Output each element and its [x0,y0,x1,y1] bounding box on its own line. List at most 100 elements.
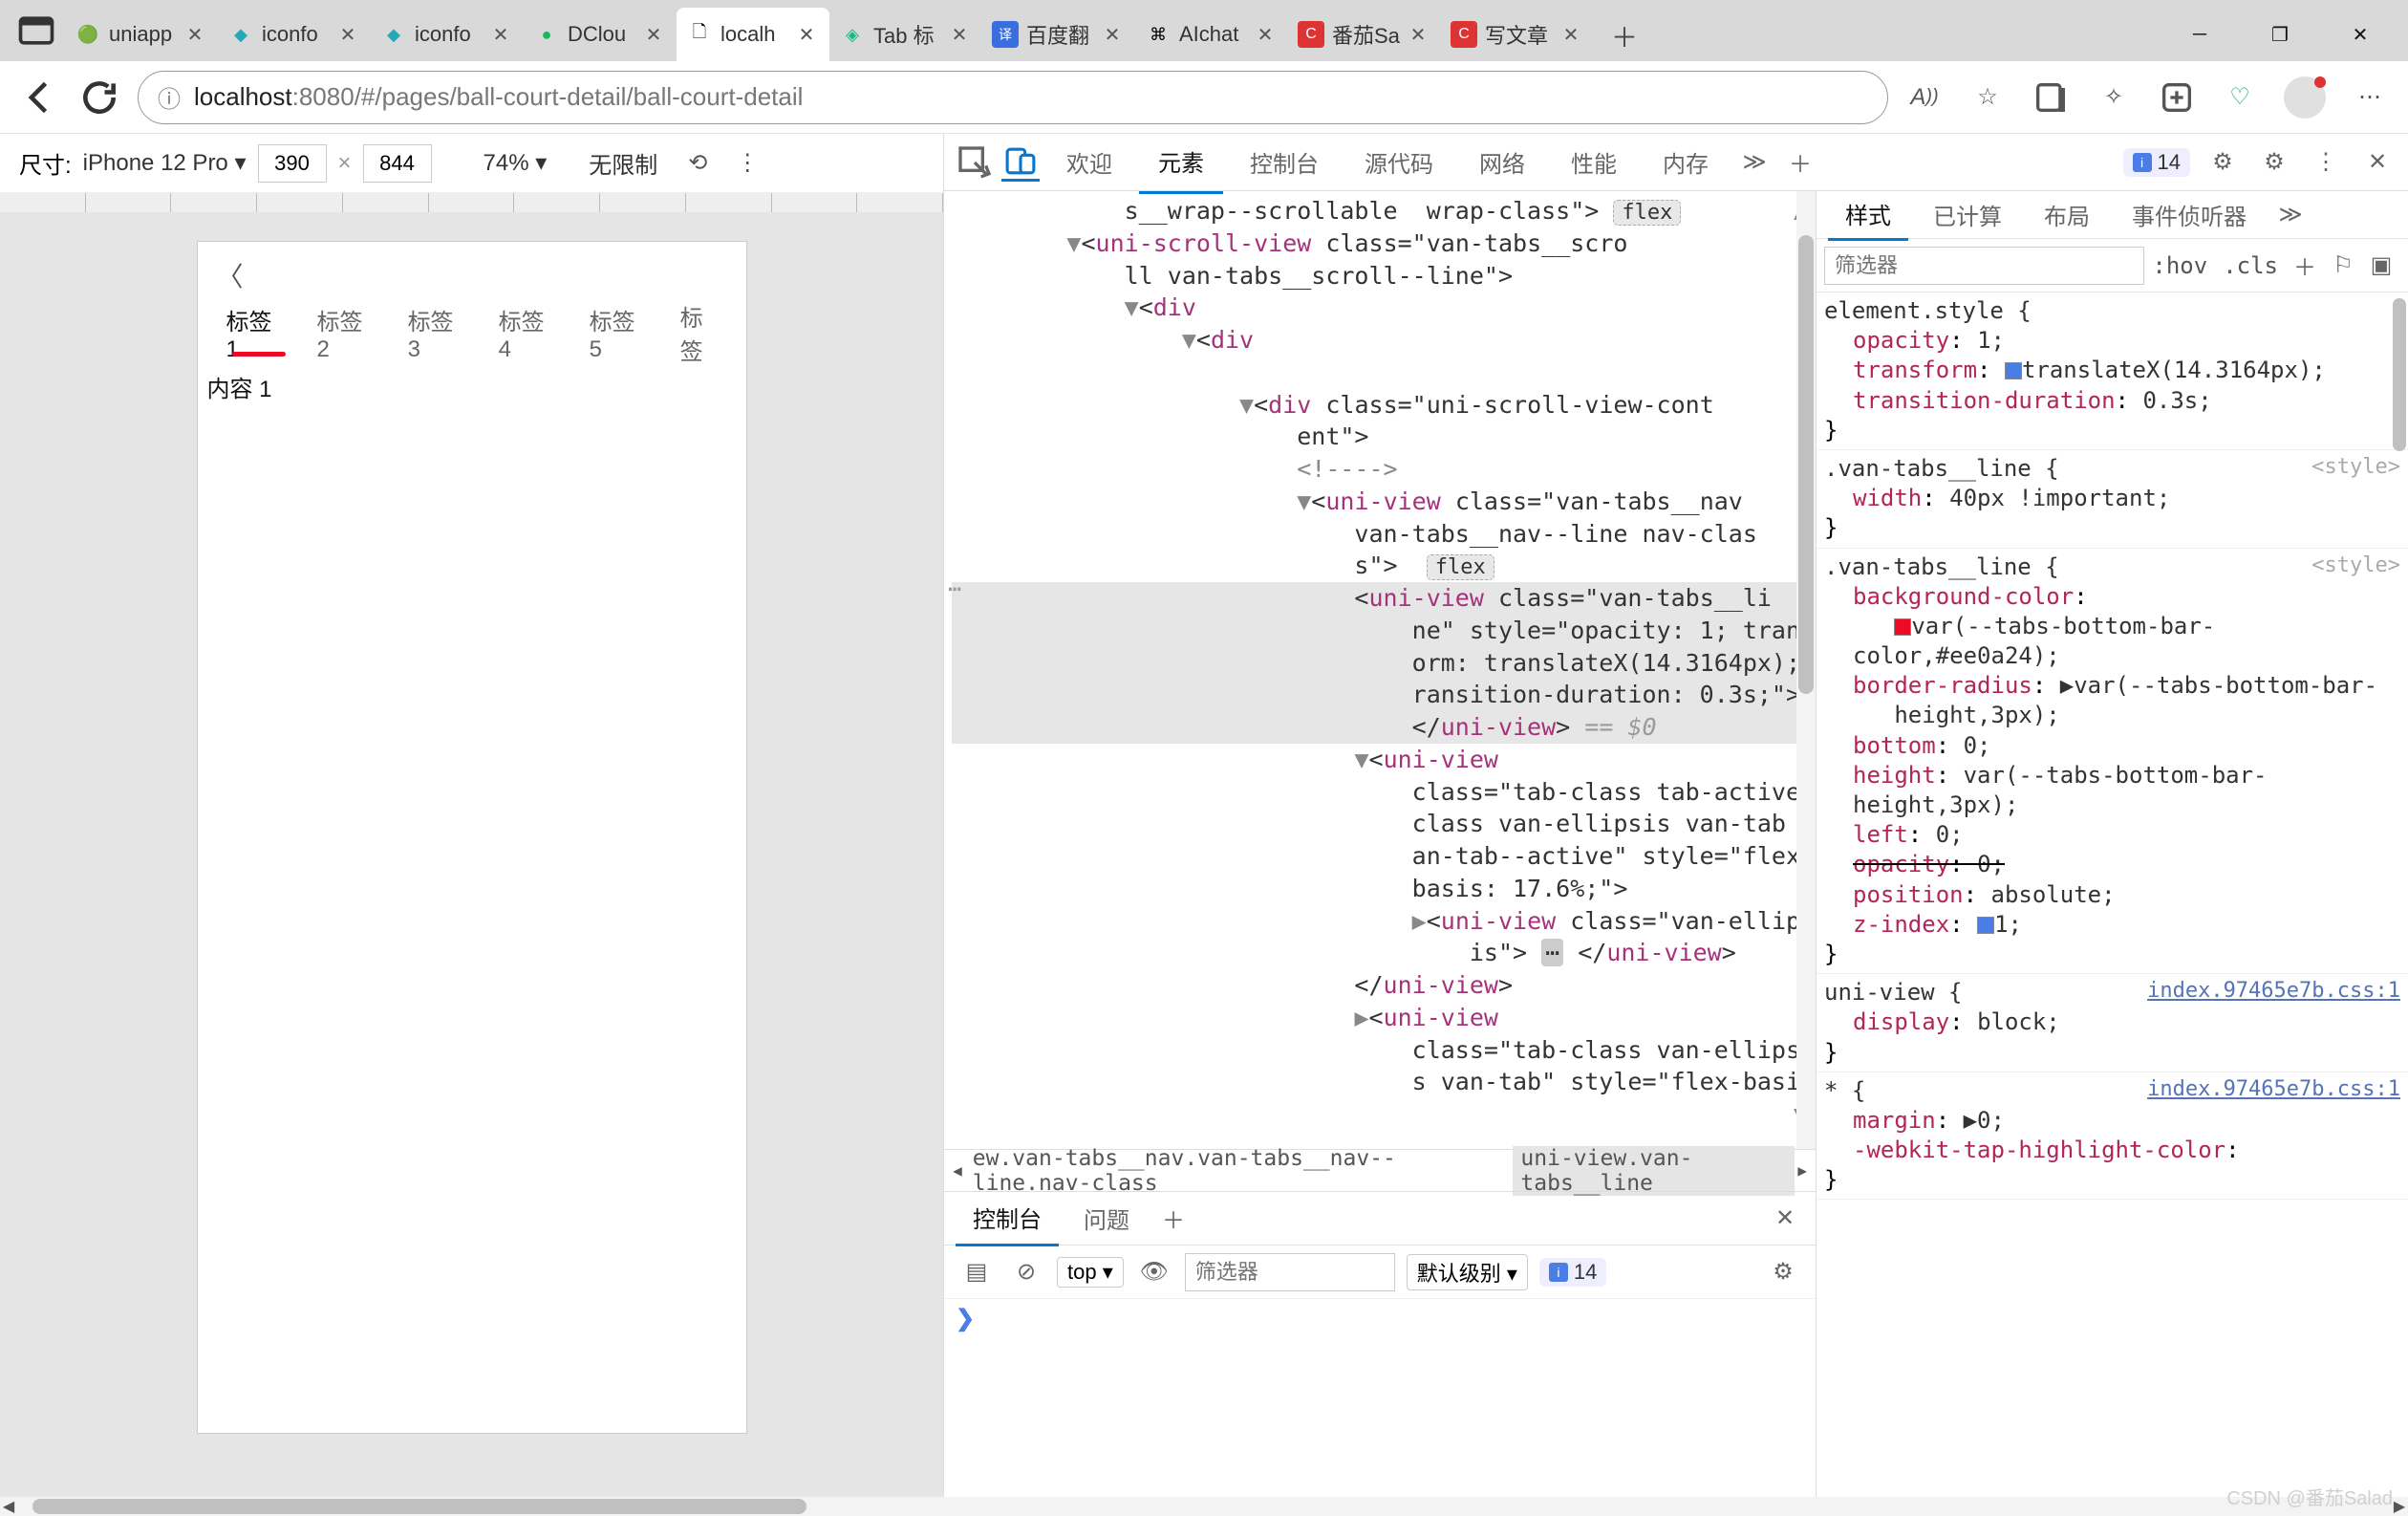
close-icon[interactable]: ✕ [487,21,514,48]
phone-tab[interactable]: 标签 5 [570,303,661,363]
close-icon[interactable]: ✕ [1405,21,1431,48]
console-settings-icon[interactable]: ⚙ [1764,1253,1802,1291]
browser-tab[interactable]: C写文章✕ [1441,8,1594,61]
settings-icon[interactable]: ⚙ [2255,143,2293,182]
site-info-icon[interactable]: ⓘ [158,80,181,114]
issues-tab[interactable]: 问题 [1066,1192,1147,1245]
styles-filter-input[interactable] [1824,247,2144,285]
favorites-bar-icon[interactable]: ✧ [2095,78,2133,117]
more-subtabs-icon[interactable]: ≫ [2271,196,2310,234]
issues-badge[interactable]: i14 [2123,148,2190,177]
clear-console-icon[interactable]: ⊘ [1007,1253,1045,1291]
close-icon[interactable]: ✕ [946,21,973,48]
close-icon[interactable]: ✕ [640,21,667,48]
device-toggle-icon[interactable] [1001,143,1040,182]
close-drawer-icon[interactable]: ✕ [1766,1200,1804,1238]
profile-avatar[interactable] [2284,76,2326,119]
browser-tab[interactable]: ●DClou✕ [524,8,677,61]
phone-tab[interactable]: 标签 2 [298,303,389,363]
more-icon[interactable]: ⋯ [2351,78,2389,117]
context-dropdown[interactable]: top ▾ [1057,1257,1124,1288]
reload-button[interactable] [78,76,120,119]
subtab-listeners[interactable]: 事件侦听器 [2115,190,2264,239]
read-aloud-icon[interactable]: A)) [1905,78,1944,117]
zoom-selector[interactable]: 74% ▾ [484,149,548,177]
extensions-icon[interactable] [2158,78,2196,117]
subtab-styles[interactable]: 样式 [1828,189,1908,241]
throttle-selector[interactable]: 无限制 [589,146,657,180]
favorite-icon[interactable]: ☆ [1968,78,2007,117]
phone-tab[interactable]: 标签 3 [389,303,480,363]
flag-icon[interactable]: ⚐ [2324,247,2362,285]
close-icon[interactable]: ✕ [1252,21,1279,48]
new-rule-icon[interactable]: ＋ [2286,247,2324,285]
console-filter-input[interactable] [1185,1253,1395,1291]
close-icon[interactable]: ✕ [1099,21,1126,48]
close-icon[interactable]: ✕ [793,21,820,48]
browser-tab[interactable]: ◈Tab 标✕ [829,8,982,61]
console-toolbar: ▤ ⊘ top ▾ 👁 默认级别 ▾ i14 ⚙ [944,1245,1816,1299]
add-drawer-tab-icon[interactable]: ＋ [1154,1200,1193,1238]
hov-toggle[interactable]: :hov [2144,252,2215,279]
devtools-tab[interactable]: 欢迎 [1047,132,1131,192]
back-button[interactable] [19,76,61,119]
more-device-icon[interactable]: ⋮ [728,144,766,183]
phone-tab[interactable]: 标签 [661,299,737,366]
tools-icon[interactable]: ⚙ [2204,143,2242,182]
devtools-tab[interactable]: 源代码 [1345,132,1452,192]
browser-tab[interactable]: ◆iconfo✕ [218,8,371,61]
devtools-tab[interactable]: 网络 [1460,132,1544,192]
inspect-icon[interactable] [956,143,994,182]
subtab-layout[interactable]: 布局 [2027,190,2107,239]
width-input[interactable] [258,144,327,183]
live-expr-icon[interactable]: 👁 [1135,1253,1173,1291]
devtools-tab-elements[interactable]: 元素 [1139,131,1223,194]
back-chevron-icon[interactable]: 〈 [217,256,244,294]
elements-tree[interactable]: ⋯ s__wrap--scrollable wrap-class"> flex … [944,191,1816,1149]
subtab-computed[interactable]: 已计算 [1916,190,2019,239]
breadcrumb-segment[interactable]: ew.van-tabs__nav.van-tabs__nav--line.nav… [965,1146,1514,1196]
breadcrumb-segment-selected[interactable]: uni-view.van-tabs__line [1513,1146,1795,1196]
cls-toggle[interactable]: .cls [2215,252,2286,279]
console-prompt[interactable]: ❯ [944,1299,1816,1516]
minimize-button[interactable]: ─ [2160,8,2240,61]
add-tab-icon[interactable]: ＋ [1781,143,1819,182]
size-label: 尺寸: [19,146,72,180]
console-issues-badge[interactable]: i14 [1539,1258,1606,1287]
level-dropdown[interactable]: 默认级别 ▾ [1407,1254,1528,1290]
collections-icon[interactable] [2032,78,2070,117]
new-tab-button[interactable]: ＋ [1600,15,1649,57]
height-input[interactable] [363,144,432,183]
close-devtools-icon[interactable]: ✕ [2358,143,2397,182]
browser-tab[interactable]: 译百度翻✕ [982,8,1135,61]
styles-scrollbar[interactable] [2393,298,2406,451]
performance-icon[interactable]: ♡ [2221,78,2259,117]
devtools-tab[interactable]: 内存 [1644,132,1728,192]
close-icon[interactable]: ✕ [182,21,208,48]
menu-icon[interactable]: ⋮ [2307,143,2345,182]
close-window-button[interactable]: ✕ [2320,8,2400,61]
sidebar-toggle-icon[interactable]: ▤ [957,1253,996,1291]
styles-rules[interactable]: element.style {opacity: 1;transform: tra… [1817,292,2408,1516]
close-icon[interactable]: ✕ [334,21,361,48]
browser-tab[interactable]: ⌘AIchat✕ [1135,8,1288,61]
devtools-tab[interactable]: 性能 [1552,132,1636,192]
scrollbar-vertical[interactable] [1796,191,1816,1149]
tab-overview-icon[interactable] [15,10,57,52]
rotate-icon[interactable]: ⟲ [678,144,717,183]
close-icon[interactable]: ✕ [1558,21,1584,48]
devtools-tab[interactable]: 控制台 [1231,132,1338,192]
phone-tab[interactable]: 标签 4 [480,303,570,363]
more-tabs-icon[interactable]: ≫ [1735,143,1774,182]
browser-tab[interactable]: ◆iconfo✕ [371,8,524,61]
browser-tab-active[interactable]: 🗋localh✕ [677,8,829,61]
computed-toggle-icon[interactable]: ▣ [2362,247,2400,285]
browser-tab[interactable]: 🟢uniapp✕ [65,8,218,61]
device-selector[interactable]: iPhone 12 Pro ▾ [83,149,247,177]
elements-breadcrumb[interactable]: ◀ ew.van-tabs__nav.van-tabs__nav--line.n… [944,1149,1816,1191]
address-bar[interactable]: ⓘ localhost:8080/#/pages/ball-court-deta… [138,71,1888,124]
maximize-button[interactable]: ❐ [2240,8,2320,61]
favicon-icon: ◆ [380,21,407,48]
browser-tab[interactable]: C番茄Sa✕ [1288,8,1441,61]
console-tab[interactable]: 控制台 [956,1191,1059,1246]
